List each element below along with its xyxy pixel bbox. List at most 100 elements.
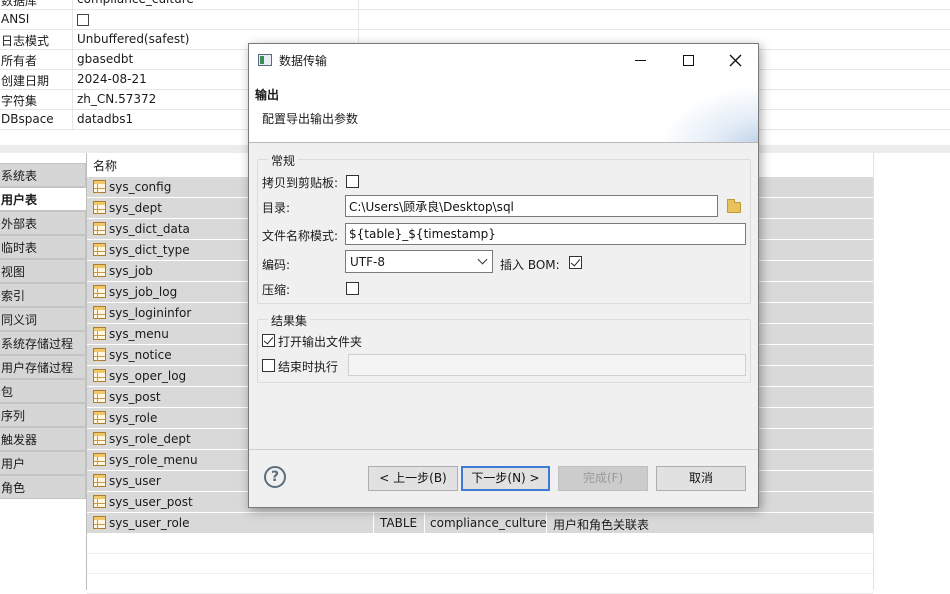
insert-bom-checkbox[interactable] xyxy=(569,256,582,269)
table-name: sys_menu xyxy=(109,327,169,341)
directory-input[interactable] xyxy=(345,195,718,217)
maximize-button[interactable] xyxy=(665,44,711,75)
execute-on-finish-label[interactable]: 结束时执行 xyxy=(278,358,338,375)
category-item[interactable]: 用户存储过程 xyxy=(0,355,86,379)
chevron-down-icon xyxy=(477,254,488,265)
table-name: sys_dict_data xyxy=(109,222,190,236)
filename-pattern-label: 文件名称模式: xyxy=(262,229,339,243)
open-output-folder-checkbox[interactable] xyxy=(262,334,275,347)
category-item[interactable]: 角色 xyxy=(0,475,86,499)
table-name: sys_post xyxy=(109,390,161,404)
table-icon xyxy=(93,432,106,445)
banner-decoration xyxy=(658,85,758,142)
property-key: ANSI xyxy=(1,12,30,26)
table-name: sys_job_log xyxy=(109,285,178,299)
table-icon xyxy=(93,453,106,466)
table-icon xyxy=(93,369,106,382)
help-icon[interactable]: ? xyxy=(264,466,286,488)
ansi-checkbox[interactable] xyxy=(77,13,89,26)
table-icon xyxy=(93,201,106,214)
property-value xyxy=(77,12,89,26)
property-value: 2024-08-21 xyxy=(77,72,147,86)
property-key: DBspace xyxy=(1,112,54,126)
property-value: gbasedbt xyxy=(77,52,134,66)
table-name: sys_role_dept xyxy=(109,432,191,446)
table-name: sys_notice xyxy=(109,348,172,362)
table-name: sys_role xyxy=(109,411,158,425)
execute-on-finish-checkbox[interactable] xyxy=(262,359,275,372)
object-category-list: 系统表 用户表 外部表 临时表 视图 索引 同义词 系统存储过程 用户存储过程包序列 触发器 用户角… xyxy=(0,163,86,499)
property-row: 数据库 compliance_culture xyxy=(0,0,950,10)
category-item[interactable]: 系统表 xyxy=(0,163,86,187)
table-comment: 用户和角色关联表 xyxy=(553,518,650,532)
banner-description: 配置导出输出参数 xyxy=(262,112,359,126)
category-item[interactable]: 临时表 xyxy=(0,235,86,259)
table-icon xyxy=(93,516,106,529)
table-database: compliance_culture xyxy=(430,516,547,530)
result-set-group-label: 结果集 xyxy=(268,312,311,329)
table-icon xyxy=(93,306,106,319)
cancel-button[interactable]: 取消 xyxy=(656,466,746,491)
property-key: 所有者 xyxy=(1,54,38,68)
table-name: sys_logininfor xyxy=(109,306,192,320)
copy-to-clipboard-checkbox[interactable] xyxy=(346,175,359,188)
next-button[interactable]: 下一步(N) > xyxy=(461,466,550,491)
table-type: TABLE xyxy=(380,516,418,530)
table-name: sys_user_role xyxy=(109,516,190,530)
property-key: 日志模式 xyxy=(1,34,50,48)
footer-separator xyxy=(249,449,758,450)
category-item[interactable]: 用户表 xyxy=(0,187,86,211)
table-icon xyxy=(93,411,106,424)
wizard-banner: 输出 配置导出输出参数 xyxy=(249,75,758,143)
empty-row xyxy=(87,554,873,574)
directory-label: 目录: xyxy=(262,201,291,215)
encoding-value: UTF-8 xyxy=(350,255,385,269)
category-item[interactable]: 触发器 xyxy=(0,427,86,451)
category-item[interactable]: 外部表 xyxy=(0,211,86,235)
maximize-icon xyxy=(682,55,694,66)
property-key: 创建日期 xyxy=(1,74,50,88)
folder-icon[interactable] xyxy=(727,199,741,213)
table-name: sys_dict_type xyxy=(109,243,190,257)
table-name: sys_user xyxy=(109,474,161,488)
property-value: Unbuffered(safest) xyxy=(77,32,190,46)
close-icon xyxy=(729,54,741,67)
open-output-folder-label[interactable]: 打开输出文件夹 xyxy=(278,333,362,350)
category-item[interactable]: 索引 xyxy=(0,283,86,307)
back-button[interactable]: < 上一步(B) xyxy=(368,466,458,491)
execute-on-finish-command-input[interactable] xyxy=(348,354,746,376)
encoding-select[interactable]: UTF-8 xyxy=(345,250,493,273)
filename-pattern-input[interactable] xyxy=(345,223,746,245)
dialog-title: 数据传输 xyxy=(279,54,328,68)
finish-button[interactable]: 完成(F) xyxy=(558,466,648,491)
category-item[interactable]: 序列 xyxy=(0,403,86,427)
table-icon xyxy=(93,495,106,508)
close-button[interactable] xyxy=(712,44,758,75)
property-value: compliance_culture xyxy=(77,0,194,6)
property-row: ANSI xyxy=(0,10,950,30)
category-item[interactable]: 包 xyxy=(0,379,86,403)
table-name: sys_job xyxy=(109,264,153,278)
table-name: sys_oper_log xyxy=(109,369,187,383)
copy-to-clipboard-label: 拷贝到剪贴板: xyxy=(262,176,339,190)
table-name: sys_dept xyxy=(109,201,162,215)
table-icon xyxy=(93,474,106,487)
category-item[interactable]: 同义词 xyxy=(0,307,86,331)
column-divider xyxy=(373,513,374,534)
minimize-button[interactable] xyxy=(617,44,663,75)
category-item[interactable]: 系统存储过程 xyxy=(0,331,86,355)
category-item[interactable]: 用户 xyxy=(0,451,86,475)
table-name: sys_user_post xyxy=(109,495,193,509)
table-name: sys_role_menu xyxy=(109,453,198,467)
table-row[interactable]: sys_user_role TABLE compliance_culture 用户和角… xyxy=(87,513,873,534)
dialog-titlebar[interactable]: 数据传输 xyxy=(249,44,758,75)
data-transfer-dialog: 数据传输 输出 配置导出输出参数 常规 拷贝到剪贴板: 目录: 文件名称模式: … xyxy=(248,43,759,508)
table-icon xyxy=(93,243,106,256)
encoding-label: 编码: xyxy=(262,258,291,272)
column-header-name[interactable]: 名称 xyxy=(93,157,117,174)
compress-checkbox[interactable] xyxy=(346,282,359,295)
category-item[interactable]: 视图 xyxy=(0,259,86,283)
property-key: 数据库 xyxy=(1,0,38,8)
minimize-icon xyxy=(634,60,646,61)
property-value: datadbs1 xyxy=(77,112,134,126)
